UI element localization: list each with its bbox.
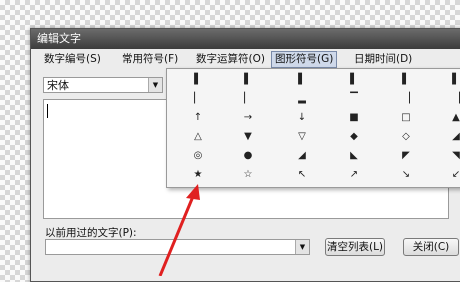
symbol-cell[interactable]: ↖: [291, 166, 313, 184]
symbol-cell[interactable]: ▌: [445, 71, 460, 89]
symbol-cell[interactable]: ▕: [395, 90, 417, 108]
symbol-cell[interactable]: ▌: [237, 71, 259, 89]
menu-math-operators[interactable]: 数字运算符(O): [193, 52, 268, 67]
symbol-cell[interactable]: →: [237, 109, 259, 127]
symbol-cell[interactable]: ◢: [291, 147, 313, 165]
chevron-down-icon[interactable]: ▼: [295, 240, 309, 254]
symbol-cell[interactable]: ▂: [291, 90, 313, 108]
clear-list-button[interactable]: 清空列表(L): [325, 238, 385, 256]
symbol-cell[interactable]: ↘: [395, 166, 417, 184]
symbol-cell[interactable]: ■: [343, 109, 365, 127]
symbol-cell[interactable]: ◢: [445, 128, 460, 146]
symbol-cell[interactable]: ↓: [291, 109, 313, 127]
symbol-cell[interactable]: ▏: [187, 90, 209, 108]
symbol-cell[interactable]: ◤: [395, 147, 417, 165]
menu-graphic-symbols[interactable]: 图形符号(G): [271, 51, 338, 68]
symbol-cell[interactable]: ↗: [343, 166, 365, 184]
dialog-title: 编辑文字: [31, 29, 460, 49]
text-caret: [47, 104, 48, 118]
close-button[interactable]: 关闭(C): [403, 238, 459, 256]
symbol-cell[interactable]: ▼: [237, 128, 259, 146]
symbol-cell[interactable]: ◣: [343, 147, 365, 165]
symbol-cell[interactable]: ▌: [395, 71, 417, 89]
symbol-cell[interactable]: ◎: [187, 147, 209, 165]
symbol-cell[interactable]: ★: [187, 166, 209, 184]
symbol-cell[interactable]: ▽: [291, 128, 313, 146]
symbol-cell[interactable]: ↑: [187, 109, 209, 127]
chevron-down-icon[interactable]: ▼: [148, 78, 162, 92]
used-text-label: 以前用过的文字(P):: [45, 227, 137, 239]
font-select[interactable]: 宋体 ▼: [43, 77, 163, 93]
symbol-cell[interactable]: ▏: [237, 90, 259, 108]
symbol-cell[interactable]: ●: [237, 147, 259, 165]
symbol-cell[interactable]: △: [187, 128, 209, 146]
font-select-value: 宋体: [47, 79, 69, 92]
menu-date-time[interactable]: 日期时间(D): [351, 52, 415, 67]
symbol-cell[interactable]: ▌: [187, 71, 209, 89]
menu-bar: 数字编号(S) 常用符号(F) 数字运算符(O) 图形符号(G) 日期时间(D): [35, 51, 460, 69]
menu-number-numbering[interactable]: 数字编号(S): [41, 52, 104, 67]
symbol-cell[interactable]: ◆: [343, 128, 365, 146]
symbol-cell[interactable]: ◥: [445, 147, 460, 165]
symbol-cell[interactable]: ↙: [445, 166, 460, 184]
symbol-cell[interactable]: ▲: [445, 109, 460, 127]
graphic-symbols-dropdown: ▌ ▌ ▌ ▌ ▌ ▌ ▏ ▏ ▂ ▔ ▕ ▕ ↑ → ↓ ■ □ ▲ △ ▼ …: [166, 68, 460, 188]
symbol-cell[interactable]: ▌: [343, 71, 365, 89]
symbol-cell[interactable]: ▕: [445, 90, 460, 108]
menu-common-symbols[interactable]: 常用符号(F): [119, 52, 181, 67]
symbol-cell[interactable]: ▌: [291, 71, 313, 89]
symbol-cell[interactable]: ▔: [343, 90, 365, 108]
symbol-cell[interactable]: ☆: [237, 166, 259, 184]
used-text-combo[interactable]: ▼: [45, 239, 310, 255]
symbol-cell[interactable]: □: [395, 109, 417, 127]
symbol-cell[interactable]: ◇: [395, 128, 417, 146]
